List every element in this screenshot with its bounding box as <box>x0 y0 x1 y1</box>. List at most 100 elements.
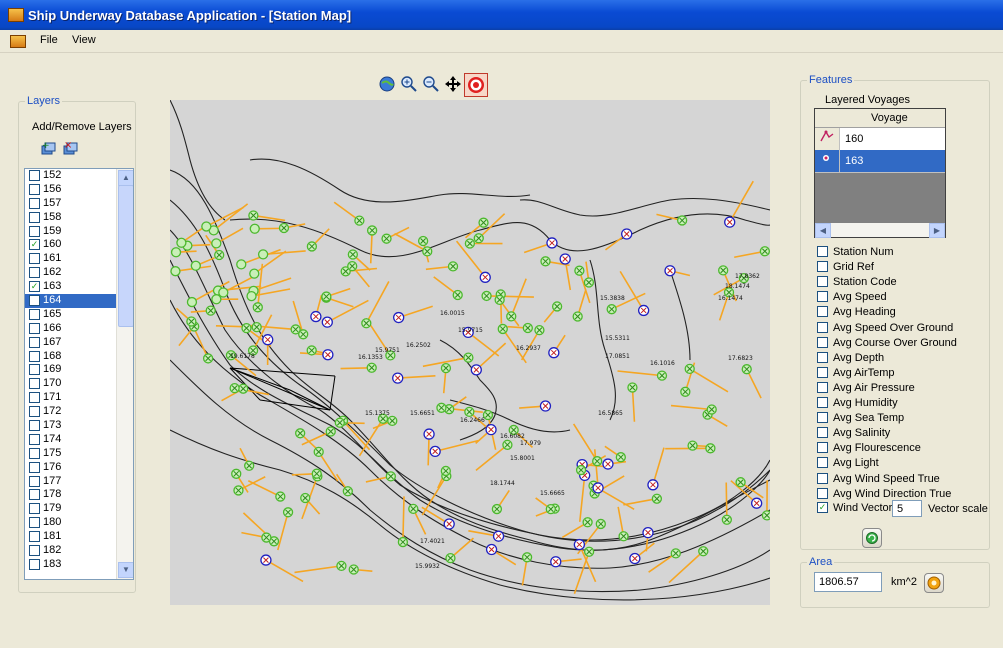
feature-checkbox[interactable]: Avg Depth <box>817 351 884 366</box>
layer-checkbox[interactable] <box>29 350 40 362</box>
layer-checkbox[interactable] <box>29 531 40 543</box>
layer-checkbox[interactable] <box>29 378 40 390</box>
station-marker-voyage-160[interactable] <box>322 349 334 361</box>
station-marker-voyage-163[interactable] <box>334 417 345 428</box>
station-marker-voyage-163[interactable] <box>545 503 556 515</box>
layers-scrollbar[interactable]: ▲ ▼ <box>116 169 133 579</box>
station-marker-voyage-160[interactable] <box>479 271 491 283</box>
checkbox-mark[interactable] <box>817 457 828 469</box>
layer-checkbox[interactable] <box>29 336 40 348</box>
area-value-field[interactable] <box>814 572 882 592</box>
station-marker-voyage-163[interactable] <box>311 468 322 479</box>
layer-checkbox[interactable] <box>29 322 40 334</box>
station-marker-voyage-163[interactable] <box>551 301 563 312</box>
station-marker-voyage-160[interactable] <box>550 556 562 568</box>
station-marker-voyage-160[interactable] <box>573 538 586 551</box>
station-marker-voyage-163[interactable] <box>680 386 691 397</box>
station-marker-voyage-160[interactable] <box>629 552 641 565</box>
station-marker-voyage-163[interactable] <box>290 324 301 335</box>
station-marker-voyage-163[interactable] <box>282 507 294 518</box>
voyage-row-selected[interactable]: 163 <box>815 150 945 173</box>
layer-checkbox[interactable] <box>29 211 40 223</box>
station-marker-voyage-160[interactable] <box>647 479 659 491</box>
menu-file[interactable]: File <box>40 34 58 46</box>
station-marker-voyage-160[interactable] <box>637 304 650 317</box>
station-marker-voyage-163[interactable] <box>385 471 396 482</box>
station-marker-voyage-163[interactable] <box>481 290 492 302</box>
station-marker-voyage-163[interactable] <box>615 452 626 463</box>
station-marker-voyage-163[interactable] <box>506 311 517 322</box>
layer-checkbox[interactable] <box>29 517 40 529</box>
layer-checkbox[interactable] <box>29 253 40 265</box>
station-marker-voyage-163[interactable] <box>366 225 378 236</box>
scroll-right-icon[interactable]: ▶ <box>929 223 945 238</box>
feature-checkbox[interactable]: Grid Ref <box>817 261 874 275</box>
station-marker-voyage-160[interactable] <box>485 424 497 436</box>
station-marker-voyage-163[interactable] <box>201 221 212 232</box>
station-marker-voyage-163[interactable] <box>583 546 595 557</box>
layers-list[interactable]: 152 156 157 158 159 ✓ 160 161 162 ✓ 163 164 165 166 16… <box>24 168 134 580</box>
station-marker-voyage-160[interactable] <box>310 310 322 323</box>
station-marker-voyage-163[interactable] <box>244 460 255 471</box>
mdi-child-icon[interactable] <box>10 35 26 48</box>
remove-layer-icon[interactable]: × <box>62 140 80 156</box>
layer-checkbox[interactable] <box>29 267 40 279</box>
checkbox-mark[interactable] <box>817 427 828 439</box>
station-marker-voyage-163[interactable] <box>698 546 709 557</box>
station-marker-voyage-160[interactable] <box>602 458 614 470</box>
station-marker-voyage-163[interactable] <box>295 428 306 439</box>
station-marker-voyage-163[interactable] <box>534 324 545 336</box>
feature-checkbox[interactable]: Avg Wind Direction True <box>817 487 951 502</box>
map-canvas[interactable]: 15.3838 16.1474 18.1474 17.8362 17.6823 15.97… <box>170 100 770 605</box>
voyage-grid-hscroll[interactable]: ◀ ▶ <box>815 223 945 238</box>
layer-checkbox[interactable] <box>29 183 40 195</box>
checkbox-mark[interactable] <box>817 487 828 499</box>
station-marker-voyage-163[interactable] <box>582 517 593 528</box>
station-marker-voyage-163[interactable] <box>306 241 318 252</box>
station-marker-voyage-163[interactable] <box>170 247 182 258</box>
scroll-thumb[interactable] <box>118 185 133 327</box>
feature-checkbox[interactable]: Avg Course Over Ground <box>817 336 957 351</box>
station-marker-voyage-160[interactable] <box>539 400 552 412</box>
station-marker-voyage-163[interactable] <box>246 290 257 302</box>
station-marker-voyage-163[interactable] <box>387 415 398 427</box>
layer-checkbox[interactable]: ✓ <box>29 239 40 251</box>
station-marker-voyage-163[interactable] <box>202 353 214 364</box>
wind-vector-checkbox[interactable]: ✓ Wind Vector <box>817 502 892 516</box>
layer-checkbox[interactable] <box>29 170 40 181</box>
station-marker-voyage-163[interactable] <box>229 382 240 394</box>
station-marker-voyage-163[interactable] <box>491 503 503 515</box>
station-marker-voyage-163[interactable] <box>618 531 629 542</box>
station-marker-voyage-163[interactable] <box>347 261 358 272</box>
station-marker-voyage-163[interactable] <box>473 233 484 244</box>
station-marker-voyage-163[interactable] <box>592 456 603 467</box>
station-marker-voyage-160[interactable] <box>443 518 455 530</box>
station-marker-voyage-163[interactable] <box>494 294 505 306</box>
station-marker-voyage-163[interactable] <box>408 503 419 515</box>
station-marker-voyage-163[interactable] <box>445 552 456 564</box>
feature-checkbox[interactable]: Avg Speed Over Ground <box>817 321 953 336</box>
station-marker-voyage-160[interactable] <box>392 372 404 384</box>
feature-checkbox[interactable]: Avg Flourescence <box>817 442 921 456</box>
checkbox-mark[interactable]: ✓ <box>817 502 828 513</box>
globe-icon[interactable] <box>378 75 396 93</box>
station-marker-voyage-163[interactable] <box>540 256 551 267</box>
station-marker-voyage-163[interactable] <box>342 486 353 497</box>
pan-icon[interactable] <box>444 75 462 93</box>
station-marker-voyage-163[interactable] <box>261 532 272 543</box>
feature-checkbox[interactable]: Avg Sea Temp <box>817 412 904 426</box>
station-marker-voyage-163[interactable] <box>721 514 732 525</box>
checkbox-mark[interactable] <box>817 306 828 318</box>
station-marker-voyage-163[interactable] <box>436 402 447 413</box>
feature-checkbox[interactable]: Avg Wind Speed True <box>817 472 940 487</box>
menu-view[interactable]: View <box>72 34 96 46</box>
station-marker-voyage-163[interactable] <box>502 439 513 450</box>
station-marker-voyage-163[interactable] <box>447 261 459 272</box>
station-marker-voyage-163[interactable] <box>761 510 770 521</box>
scroll-down-icon[interactable]: ▼ <box>118 562 133 578</box>
station-marker-voyage-163[interactable] <box>325 426 336 437</box>
station-marker-voyage-163[interactable] <box>606 304 617 315</box>
station-marker-voyage-163[interactable] <box>497 323 508 335</box>
station-marker-voyage-163[interactable] <box>306 345 317 356</box>
station-marker-voyage-163[interactable] <box>300 492 311 504</box>
